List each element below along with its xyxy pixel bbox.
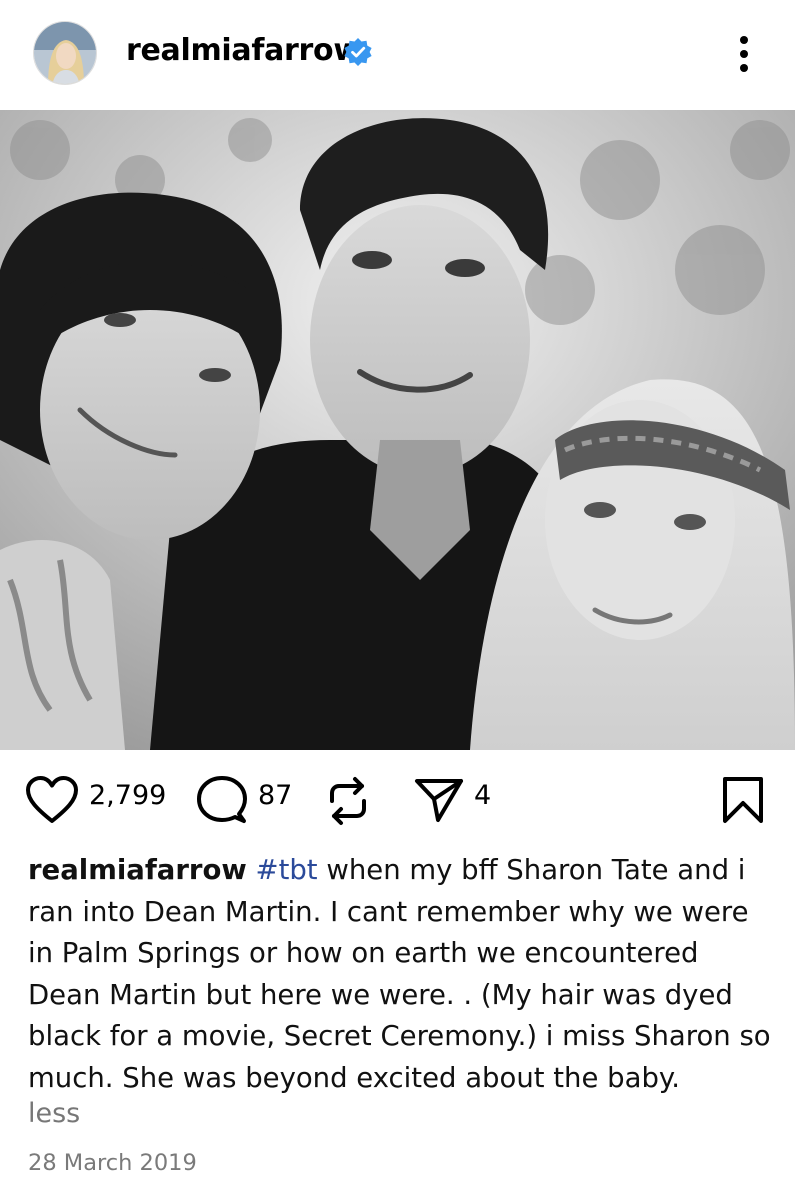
post-date: 28 March 2019	[28, 1150, 197, 1176]
avatar[interactable]	[33, 21, 97, 85]
post-photo[interactable]	[0, 110, 795, 750]
repost-icon[interactable]	[324, 775, 372, 831]
share-icon[interactable]	[414, 775, 464, 829]
comment-icon[interactable]	[196, 775, 248, 831]
caption-username[interactable]: realmiafarrow	[28, 854, 247, 886]
heart-icon[interactable]	[25, 775, 79, 829]
username[interactable]: realmiafarrow	[126, 33, 361, 68]
likes-count[interactable]: 2,799	[89, 780, 166, 811]
shares-count[interactable]: 4	[474, 780, 491, 811]
caption-text: when my bff Sharon Tate and i ran into D…	[28, 854, 771, 1094]
bookmark-icon[interactable]	[721, 775, 765, 829]
action-bar: 2,799 87 4	[0, 770, 795, 830]
comments-count[interactable]: 87	[258, 780, 292, 811]
less-link[interactable]: less	[28, 1098, 80, 1129]
post-header: realmiafarrow	[0, 0, 795, 110]
more-options-icon[interactable]	[728, 34, 762, 74]
verified-badge-icon	[343, 37, 373, 67]
hashtag-link[interactable]: #tbt	[256, 854, 318, 886]
post-caption: realmiafarrow #tbt when my bff Sharon Ta…	[28, 850, 773, 1099]
